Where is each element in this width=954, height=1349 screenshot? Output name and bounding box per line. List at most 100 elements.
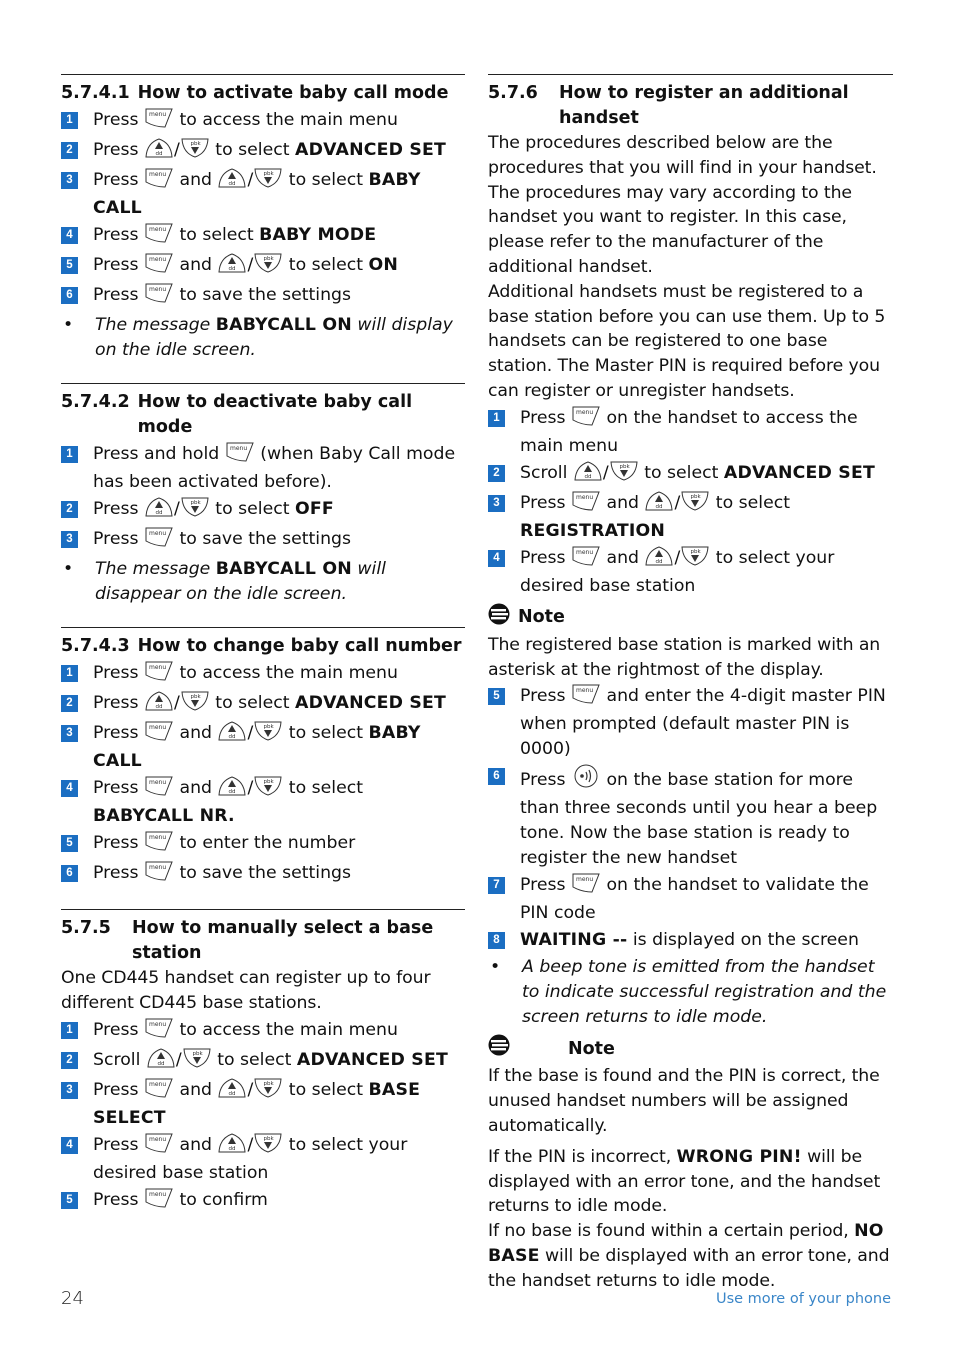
text-run: to select <box>283 1079 369 1100</box>
display-text: ADVANCED SET <box>295 140 447 160</box>
text-run: Press <box>520 492 571 513</box>
step-number-badge: 3 <box>61 725 78 742</box>
section-title: How to manually select a base station <box>132 918 434 963</box>
text-run: will be displayed with an error tone, an… <box>488 1245 890 1291</box>
down-key-icon: pbk <box>254 253 282 281</box>
svg-text:dd: dd <box>229 734 236 740</box>
menu-key-icon: menu <box>145 776 173 804</box>
svg-text:dd: dd <box>155 151 162 157</box>
section-number: 5.7.5 <box>61 918 111 938</box>
down-key-icon: pbk <box>254 1078 282 1106</box>
svg-text:pbk: pbk <box>691 494 702 500</box>
menu-key-icon: menu <box>145 283 173 311</box>
section-title: How to deactivate baby call mode <box>137 392 413 437</box>
step-number-badge: 2 <box>61 695 78 712</box>
menu-key-icon: menu <box>145 831 173 859</box>
step-item: 1 Press menu on the handset to access the… <box>488 406 893 459</box>
bullet-dot: • <box>63 315 74 335</box>
menu-key-icon: menu <box>572 684 600 712</box>
step-text: Press menu and dd / pbk to select BABY CAL… <box>93 168 465 221</box>
text-run: to select <box>638 462 724 483</box>
svg-text:dd: dd <box>229 1091 236 1097</box>
step-item: 2 Scroll dd / pbk to select ADVANCED SET <box>488 461 893 489</box>
text-run: / <box>173 140 180 160</box>
text-run: / <box>247 170 254 190</box>
step-text: Press menu to save the settings <box>93 861 465 889</box>
text-run: to save the settings <box>173 285 352 305</box>
svg-text:menu: menu <box>149 111 166 118</box>
display-text: OFF <box>295 499 334 519</box>
text-run: Press <box>93 663 144 683</box>
text-run: to select <box>283 170 369 190</box>
text-run: Press <box>93 110 144 130</box>
paragraph: If the base is found and the PIN is corr… <box>488 1064 893 1138</box>
text-run: and <box>173 1134 218 1155</box>
section-heading: 5.7.4.2 How to deactivate baby call mode <box>61 390 465 440</box>
svg-text:menu: menu <box>149 171 166 178</box>
text-run: Press <box>520 407 571 428</box>
menu-key-icon: menu <box>145 168 173 196</box>
section-heading: 5.7.6 How to register an additional hands… <box>488 81 893 131</box>
section-heading: 5.7.5 How to manually select a base stati… <box>61 916 465 966</box>
text-run: Press and hold <box>93 444 225 464</box>
down-key-icon: pbk <box>181 138 209 166</box>
step-text: Press menu on the handset to access the … <box>520 406 893 459</box>
step-number-badge: 1 <box>61 112 78 129</box>
down-key-icon: pbk <box>610 461 638 489</box>
paragraph: Additional handsets must be registered t… <box>488 280 893 404</box>
svg-text:menu: menu <box>149 864 166 871</box>
step-text: Press menu and dd / pbk to select BABY CAL… <box>93 721 465 774</box>
text-run: / <box>173 693 180 713</box>
svg-text:dd: dd <box>155 704 162 710</box>
menu-key-icon: menu <box>145 108 173 136</box>
step-number-badge: 6 <box>61 865 78 882</box>
text-run: and <box>173 170 218 190</box>
text-run: / <box>674 492 681 513</box>
section-5-7-4-3: 5.7.4.3 How to change baby call number 1 Pr… <box>61 627 465 889</box>
text-run: Press <box>93 225 144 245</box>
step-item: 1 Press menu to access the main menu <box>61 1018 465 1046</box>
section-number: 5.7.6 <box>488 83 538 103</box>
step-item: 8 WAITING -- is displayed on the screen <box>488 928 893 953</box>
text-run: to select <box>283 778 363 798</box>
svg-text:pbk: pbk <box>264 724 275 730</box>
text-run: to access the main menu <box>173 110 398 130</box>
text-run: Press <box>520 547 571 568</box>
step-item: 5 Press menu to enter the number <box>61 831 465 859</box>
svg-text:pbk: pbk <box>691 549 702 555</box>
up-key-icon: dd <box>145 138 173 166</box>
text-run: Press <box>93 140 144 160</box>
step-text: Press menu and dd / pbk to select REGISTRA… <box>520 491 893 544</box>
svg-text:menu: menu <box>149 1191 166 1198</box>
text-run: / <box>247 723 254 743</box>
section-number: 5.7.4.3 <box>61 636 130 656</box>
section-number: 5.7.4.2 <box>61 392 130 412</box>
up-key-icon: dd <box>218 253 247 281</box>
step-text: Press menu to access the main menu <box>93 108 465 136</box>
text-run: Press <box>93 529 144 549</box>
step-item: 6 Press on the base station for more than… <box>488 764 893 871</box>
display-text: BABY MODE <box>259 225 377 245</box>
svg-text:menu: menu <box>149 1021 166 1028</box>
svg-text:dd: dd <box>229 266 236 272</box>
svg-text:pbk: pbk <box>264 1081 275 1087</box>
step-number-badge: 5 <box>61 835 78 852</box>
section-5-7-4-2: 5.7.4.2 How to deactivate baby call mode 1… <box>61 383 465 607</box>
step-number-badge: 2 <box>488 464 505 482</box>
menu-key-icon: menu <box>145 861 173 889</box>
display-text: ON <box>368 255 399 275</box>
text-run: / <box>247 778 254 798</box>
text-run: / <box>247 1134 254 1155</box>
note-heading: Note <box>488 603 893 633</box>
step-number-badge: 6 <box>61 287 78 304</box>
down-key-icon: pbk <box>183 1048 211 1076</box>
note-label: Note <box>518 607 565 628</box>
paging-key-icon <box>572 764 600 796</box>
up-key-icon: dd <box>645 546 674 574</box>
step-item: 3 Press menu and dd / pbk to select REGISTR… <box>488 491 893 544</box>
text-run: to select <box>710 492 790 513</box>
text-run: One CD445 handset can register up to fou… <box>61 968 431 1013</box>
up-key-icon: dd <box>145 497 173 525</box>
text-run: Press <box>93 170 144 190</box>
text-run: and <box>173 1079 218 1100</box>
